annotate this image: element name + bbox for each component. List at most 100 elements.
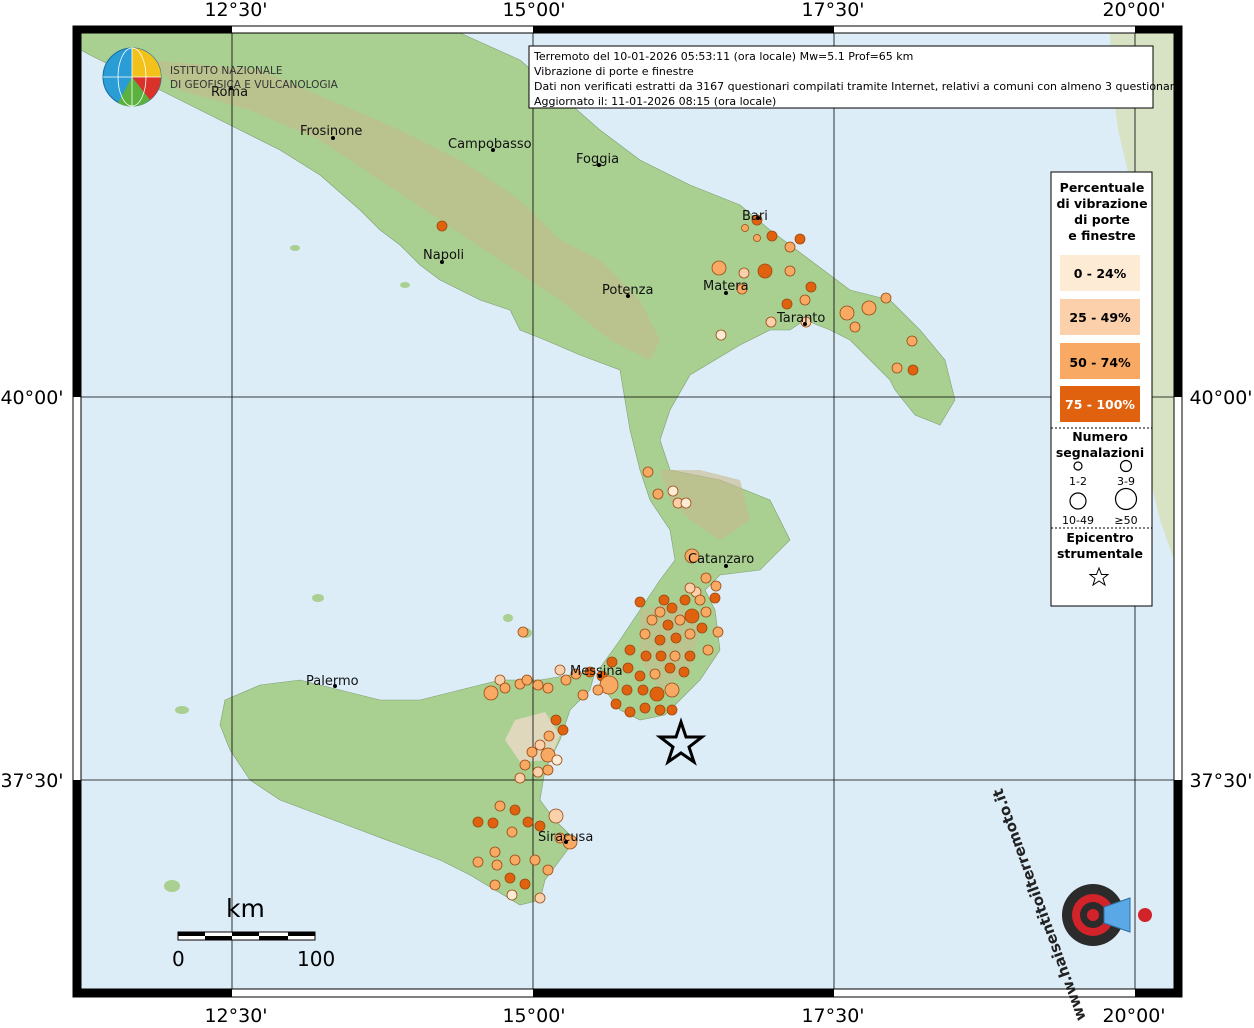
legend-title-4: e finestre xyxy=(1068,228,1136,243)
logo-line-2: DI GEOFISICA E VULCANOLOGIA xyxy=(170,79,339,91)
report-point xyxy=(765,316,777,328)
scale-max: 100 xyxy=(297,947,335,971)
report-point xyxy=(679,594,691,606)
report-point xyxy=(487,817,499,829)
report-point xyxy=(666,602,678,614)
report-point xyxy=(509,804,521,816)
info-line-1: Terremoto del 10-01-2026 05:53:11 (ora l… xyxy=(533,50,913,63)
report-point xyxy=(667,485,679,497)
legend-class-2: 50 - 74% xyxy=(1069,355,1131,370)
report-point xyxy=(784,265,796,277)
legend-size-2: 3-9 xyxy=(1117,475,1135,488)
report-point xyxy=(483,685,499,701)
report-point xyxy=(784,241,796,253)
report-point xyxy=(664,682,680,698)
ustica-island xyxy=(312,594,324,602)
report-point xyxy=(849,321,861,333)
report-point xyxy=(712,626,724,638)
legend-class-3: 75 - 100% xyxy=(1065,397,1135,412)
report-point xyxy=(542,764,554,776)
report-point xyxy=(548,808,564,824)
report-point xyxy=(649,668,661,680)
report-point xyxy=(702,644,714,656)
legend-size-3: 10-49 xyxy=(1062,514,1094,527)
legend-title-2: di vibrazione xyxy=(1056,196,1147,211)
report-point xyxy=(639,628,651,640)
report-point xyxy=(634,670,646,682)
legend-title-3: di porte xyxy=(1074,212,1130,227)
report-point xyxy=(662,619,674,631)
right-label-2: 37°30' xyxy=(1189,770,1252,792)
report-point xyxy=(700,572,712,584)
city-bari: Bari xyxy=(742,209,768,224)
report-point xyxy=(506,889,518,901)
report-point xyxy=(906,335,918,347)
city-catanzaro: Catanzaro xyxy=(688,552,754,567)
top-label-2: 15°00' xyxy=(502,0,565,21)
report-point xyxy=(551,754,563,766)
report-point xyxy=(489,846,501,858)
report-point xyxy=(542,864,554,876)
city-siracusa: Siracusa xyxy=(538,830,593,845)
report-point xyxy=(506,826,518,838)
report-point xyxy=(592,684,604,696)
legend-size-1: 1-2 xyxy=(1069,475,1087,488)
top-label-3: 17°30' xyxy=(801,0,864,21)
legend-epicentre-2: strumentale xyxy=(1057,546,1143,561)
legend-count-title-2: segnalazioni xyxy=(1056,445,1144,460)
bottom-label-4: 20°00' xyxy=(1102,1005,1165,1024)
report-point xyxy=(839,305,855,321)
report-point xyxy=(543,730,555,742)
report-point xyxy=(655,650,667,662)
report-point xyxy=(622,662,634,674)
report-point xyxy=(715,329,727,341)
report-point xyxy=(634,596,646,608)
report-point xyxy=(472,816,484,828)
report-point xyxy=(669,650,681,662)
report-point xyxy=(766,230,778,242)
report-point xyxy=(529,854,541,866)
report-point xyxy=(694,594,706,606)
report-point xyxy=(757,263,773,279)
top-label-1: 12°30' xyxy=(204,0,267,21)
report-point xyxy=(680,497,692,509)
report-point xyxy=(646,614,658,626)
report-point xyxy=(907,364,919,376)
report-point xyxy=(639,702,651,714)
egadi-island xyxy=(175,706,189,714)
scale-unit: km xyxy=(226,894,265,923)
city-napoli: Napoli xyxy=(423,248,464,263)
scale-min: 0 xyxy=(172,947,185,971)
report-point xyxy=(494,800,506,812)
bottom-label-3: 17°30' xyxy=(801,1005,864,1024)
logo-line-1: ISTITUTO NAZIONALE xyxy=(170,65,283,77)
city-campobasso: Campobasso xyxy=(448,137,532,152)
report-point xyxy=(519,759,531,771)
left-label-1: 40°00' xyxy=(0,387,63,409)
report-point xyxy=(504,872,516,884)
bottom-label-2: 15°00' xyxy=(502,1005,565,1024)
report-point xyxy=(799,294,811,306)
report-point xyxy=(522,816,534,828)
pantelleria-island xyxy=(164,880,180,892)
report-point xyxy=(509,854,521,866)
report-point xyxy=(436,220,448,232)
report-point xyxy=(521,674,533,686)
report-point xyxy=(654,634,666,646)
report-point xyxy=(610,698,622,710)
report-point xyxy=(534,739,546,751)
legend-class-1: 25 - 49% xyxy=(1069,310,1131,325)
legend-epicentre-1: Epicentro xyxy=(1066,530,1134,545)
report-point xyxy=(880,292,892,304)
report-point xyxy=(526,746,538,758)
report-point xyxy=(532,679,544,691)
report-point xyxy=(519,878,531,890)
report-point xyxy=(554,664,566,676)
report-point xyxy=(684,650,696,662)
report-point xyxy=(624,644,636,656)
report-point xyxy=(624,706,636,718)
info-line-4: Aggiornato il: 11-01-2026 08:15 (ora loc… xyxy=(534,95,776,108)
report-point xyxy=(781,298,793,310)
report-point xyxy=(637,684,649,696)
report-point xyxy=(550,714,562,726)
